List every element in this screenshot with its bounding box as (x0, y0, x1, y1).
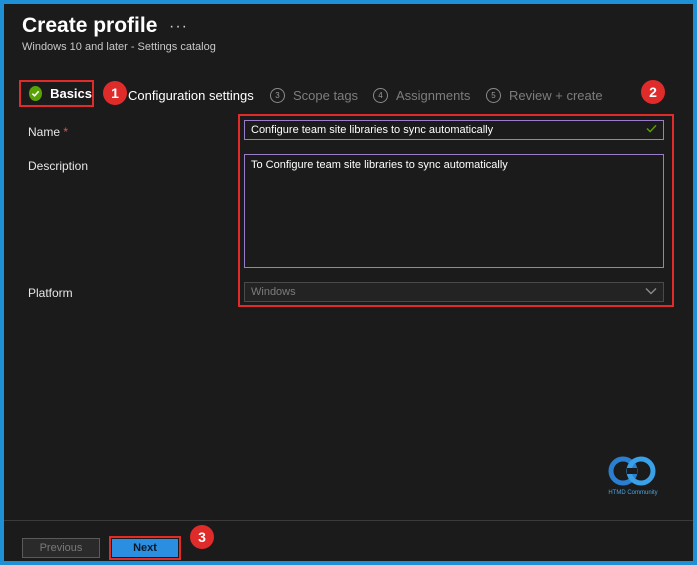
name-label: Name * (28, 125, 68, 139)
step-configuration-settings-label: Configuration settings (128, 87, 254, 103)
footer-divider (4, 520, 693, 521)
step-number-icon: 4 (373, 87, 388, 103)
description-label: Description (28, 159, 89, 173)
chevron-down-icon (645, 286, 657, 298)
page-subtitle: Windows 10 and later - Settings catalog (22, 41, 216, 53)
platform-label: Platform (28, 286, 73, 300)
logo-text: HTMD Community (608, 490, 658, 496)
name-input-value: Configure team site libraries to sync au… (251, 124, 494, 136)
step-assignments[interactable]: 4 Assignments (373, 80, 470, 110)
wizard-steps: Configuration settings 3 Scope tags 4 As… (4, 80, 693, 112)
more-options-icon[interactable]: ··· (169, 18, 188, 36)
marker-2: 2 (641, 80, 665, 104)
step-review-create-label: Review + create (509, 87, 603, 103)
step-review-create[interactable]: 5 Review + create (486, 80, 603, 110)
description-textarea[interactable]: To Configure team site libraries to sync… (244, 154, 664, 268)
next-button-highlight: Next (109, 536, 181, 560)
required-mark: * (63, 125, 69, 139)
name-label-text: Name (28, 125, 61, 139)
platform-select[interactable]: Windows (244, 282, 664, 302)
next-button[interactable]: Next (112, 539, 178, 557)
check-icon (646, 124, 657, 136)
step-number-icon: 3 (270, 87, 285, 103)
platform-select-value: Windows (251, 286, 296, 298)
page-title: Create profile (22, 14, 158, 37)
step-number-icon: 5 (486, 87, 501, 103)
step-scope-tags-label: Scope tags (293, 87, 359, 103)
create-profile-window: Create profile ··· Windows 10 and later … (0, 0, 697, 565)
step-assignments-label: Assignments (396, 87, 471, 103)
step-configuration-settings[interactable]: Configuration settings (128, 80, 254, 110)
previous-button[interactable]: Previous (22, 538, 100, 558)
name-input[interactable]: Configure team site libraries to sync au… (244, 120, 664, 140)
step-scope-tags[interactable]: 3 Scope tags (270, 80, 358, 110)
marker-3: 3 (190, 525, 214, 549)
